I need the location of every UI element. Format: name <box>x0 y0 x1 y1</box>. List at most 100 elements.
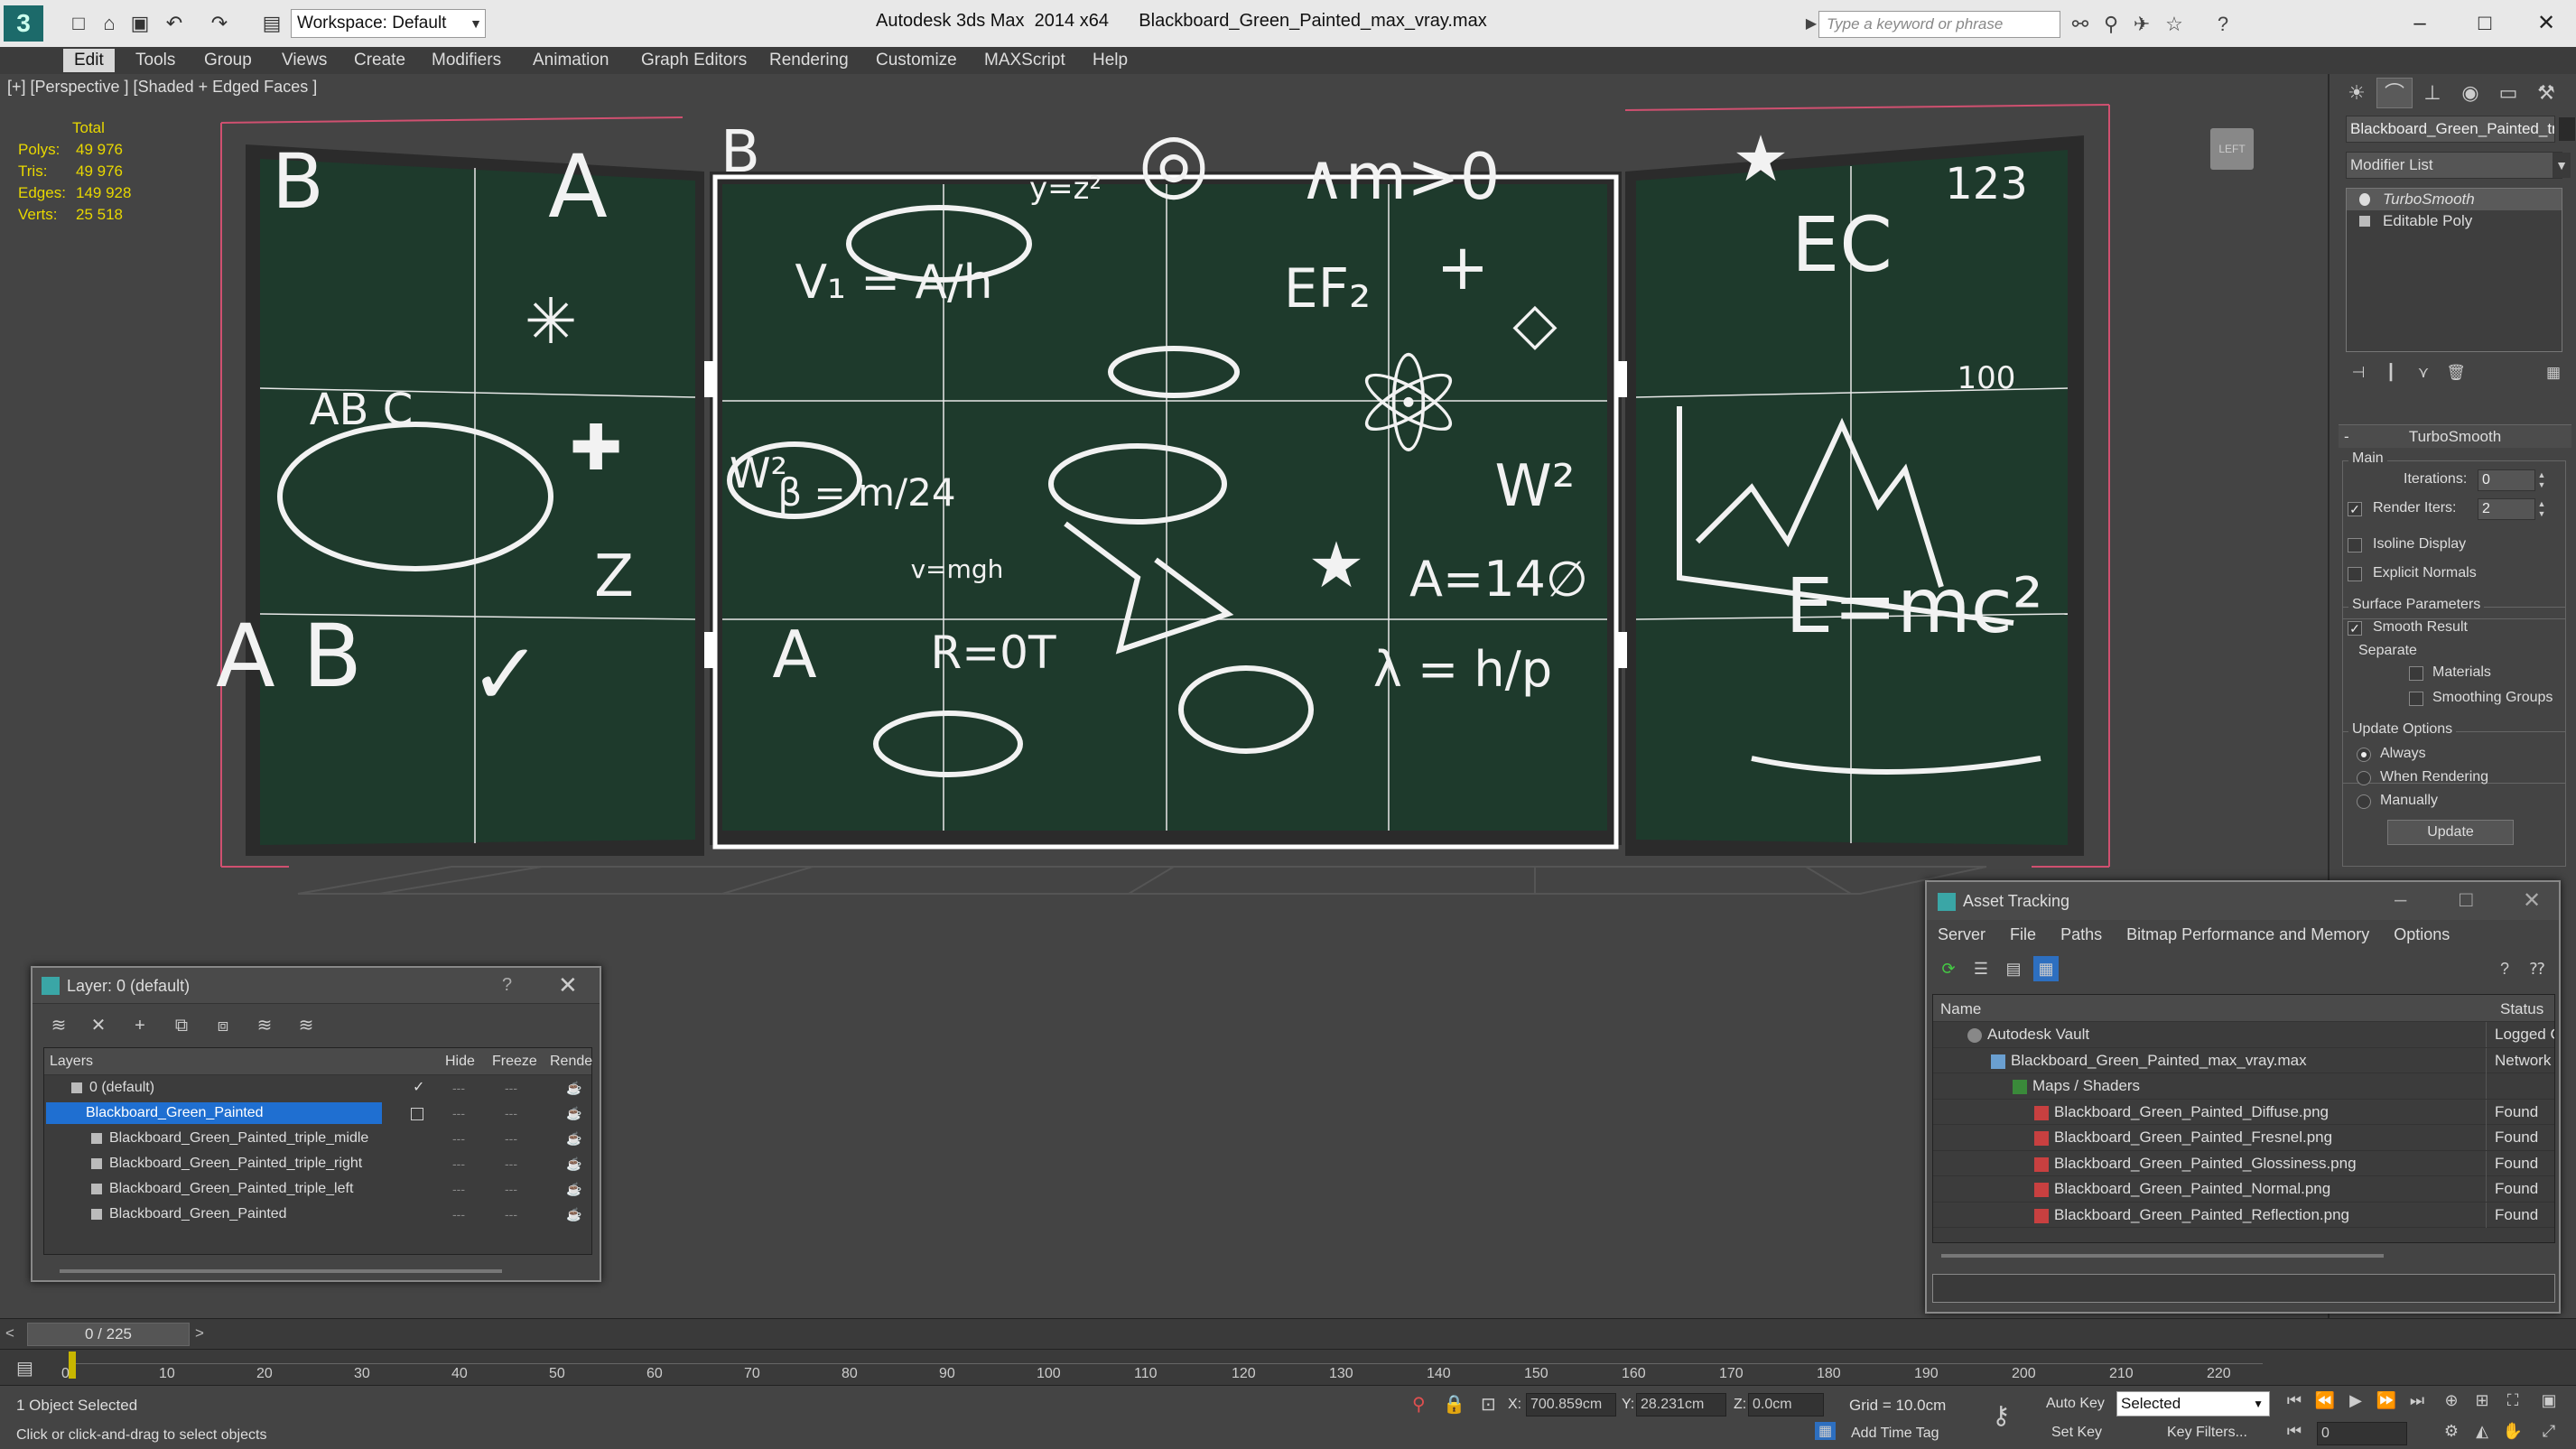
remove-modifier-icon[interactable]: 🗑 <box>2443 361 2469 385</box>
isolate-pin-icon[interactable]: ⚲ <box>1412 1393 1426 1416</box>
menu-edit[interactable]: Edit <box>63 49 115 72</box>
freeze-toggle[interactable]: --- <box>505 1126 517 1151</box>
redo-icon[interactable]: ↷ <box>206 11 233 36</box>
render-teapot-icon[interactable]: ☕ <box>566 1101 581 1126</box>
maximize-icon[interactable]: □ <box>2458 5 2512 42</box>
asset-path-field[interactable] <box>1932 1274 2555 1303</box>
layers-list[interactable]: Layers Hide Freeze Rende 0 (default) ✓ -… <box>43 1047 592 1255</box>
asset-menu-options[interactable]: Options <box>2394 925 2450 943</box>
manually-radio[interactable] <box>2357 794 2371 809</box>
time-slider[interactable]: < 0 / 225 > <box>0 1318 2576 1349</box>
asset-row[interactable]: Blackboard_Green_Painted_max_vray.max Net… <box>1933 1047 2554 1073</box>
help-icon[interactable]: ? <box>2492 956 2517 981</box>
menu-animation[interactable]: Animation <box>533 51 609 70</box>
subscription-icon[interactable]: ⚲ <box>2097 11 2125 38</box>
asset-row[interactable]: Blackboard_Green_Painted_Glossiness.png F… <box>1933 1150 2554 1176</box>
table-view-icon[interactable]: ▦ <box>2033 956 2059 981</box>
add-time-tag[interactable]: Add Time Tag <box>1851 1426 1939 1442</box>
close-icon[interactable]: ✕ <box>2519 5 2573 42</box>
freeze-toggle[interactable]: --- <box>505 1075 517 1101</box>
zoom-extents-icon[interactable]: ⛶ <box>2499 1391 2526 1416</box>
freeze-toggle[interactable]: --- <box>505 1202 517 1227</box>
asset-menu-bitmap-performance[interactable]: Bitmap Performance and Memory <box>2126 925 2369 943</box>
update-button[interactable]: Update <box>2387 820 2514 845</box>
asset-menu-file[interactable]: File <box>2010 925 2036 943</box>
render-teapot-icon[interactable]: ☕ <box>566 1126 581 1151</box>
object-name-field[interactable]: Blackboard_Green_Painted_tr <box>2346 116 2555 143</box>
select-objects-icon[interactable]: ⧉ <box>168 1013 195 1038</box>
time-tag-icon[interactable]: ▦ <box>1815 1422 1837 1440</box>
save-icon[interactable]: ▣ <box>126 11 153 36</box>
open-file-icon[interactable]: ⌂ <box>96 11 123 36</box>
col-hide[interactable]: Hide <box>445 1054 475 1070</box>
asset-menu-server[interactable]: Server <box>1938 925 1985 943</box>
new-file-icon[interactable]: □ <box>65 11 92 36</box>
previous-frame-icon[interactable]: ⏪ <box>2311 1391 2339 1416</box>
minimize-icon[interactable]: – <box>2393 5 2447 42</box>
set-current-box[interactable] <box>411 1108 423 1120</box>
object-row[interactable]: Blackboard_Green_Painted_triple_left ---… <box>44 1176 591 1202</box>
asset-row[interactable]: Blackboard_Green_Painted_Diffuse.png Foun… <box>1933 1099 2554 1125</box>
smoothing-groups-checkbox[interactable] <box>2409 692 2423 706</box>
time-configuration-icon[interactable]: ⚙ <box>2438 1422 2465 1447</box>
y-coordinate-field[interactable]: 28.231cm <box>1636 1393 1726 1416</box>
create-tab-icon[interactable]: ☀ <box>2339 78 2375 108</box>
asset-row[interactable]: Maps / Shaders <box>1933 1073 2554 1100</box>
key-mode-toggle-icon[interactable]: ⏮ <box>2281 1422 2308 1447</box>
list-view-icon[interactable]: ☰ <box>1968 956 1994 981</box>
mini-curve-editor-icon[interactable]: ▤ <box>16 1357 33 1379</box>
current-frame-marker[interactable] <box>69 1351 76 1379</box>
current-layer-check-icon[interactable]: ✓ <box>413 1075 424 1101</box>
auto-key-button[interactable]: Auto Key <box>2042 1393 2111 1416</box>
asset-row[interactable]: Blackboard_Green_Painted_Normal.png Found <box>1933 1176 2554 1203</box>
minimize-icon[interactable]: – <box>2395 887 2406 913</box>
play-icon[interactable]: ▶ <box>2342 1391 2369 1416</box>
iterations-spinner[interactable]: 0 ▲ ▼ <box>2478 469 2545 491</box>
col-status[interactable]: Status <box>2500 1000 2543 1018</box>
pin-stack-icon[interactable]: ⊣ <box>2346 361 2371 385</box>
project-folder-icon[interactable]: ▤ <box>258 11 285 36</box>
when-rendering-radio[interactable] <box>2357 771 2371 785</box>
field-of-view-icon[interactable]: ◭ <box>2469 1422 2496 1447</box>
zoom-extents-all-icon[interactable]: ▣ <box>2535 1391 2562 1416</box>
set-key-icon[interactable]: ⚷ <box>1992 1400 2011 1430</box>
make-unique-icon[interactable]: ⋎ <box>2411 361 2436 385</box>
layer-row-selected[interactable]: Blackboard_Green_Painted --- --- ☕ <box>44 1101 591 1126</box>
zoom-icon[interactable]: ⊕ <box>2438 1391 2465 1416</box>
refresh-icon[interactable]: ⟳ <box>1936 956 1961 981</box>
render-iters-spinner[interactable]: 2 ▲ ▼ <box>2478 498 2545 520</box>
col-freeze[interactable]: Freeze <box>492 1054 537 1070</box>
col-render[interactable]: Rende <box>550 1054 592 1070</box>
menu-maxscript[interactable]: MAXScript <box>984 51 1065 70</box>
z-coordinate-field[interactable]: 0.0cm <box>1748 1393 1824 1416</box>
close-icon[interactable]: ✕ <box>558 971 578 999</box>
asset-menu-paths[interactable]: Paths <box>2060 925 2102 943</box>
track-bar[interactable]: ▤ 0 10 20 30 40 50 60 70 80 90 100 110 120 130 140 150 1… <box>0 1349 2576 1385</box>
layer-dialog-titlebar[interactable]: Layer: 0 (default) ? ✕ <box>33 968 600 1004</box>
chevron-down-icon[interactable]: ▼ <box>2553 153 2571 178</box>
hide-toggle[interactable]: --- <box>452 1101 465 1126</box>
maximize-viewport-icon[interactable]: ⤢ <box>2535 1422 2562 1447</box>
new-layer-icon[interactable]: ≋ <box>45 1013 72 1038</box>
next-frame-icon[interactable]: ⏩ <box>2373 1391 2400 1416</box>
object-row[interactable]: Blackboard_Green_Painted_triple_right --… <box>44 1151 591 1176</box>
menu-graph-editors[interactable]: Graph Editors <box>641 51 747 70</box>
asset-row[interactable]: Blackboard_Green_Painted_Reflection.png F… <box>1933 1202 2554 1228</box>
set-key-button[interactable]: Set Key <box>2048 1422 2111 1445</box>
current-frame-field[interactable]: 0 <box>2317 1422 2407 1445</box>
go-to-end-icon[interactable]: ⏭ <box>2404 1391 2431 1416</box>
modifier-list-dropdown[interactable]: Modifier List ▼ <box>2346 152 2571 179</box>
hierarchy-tab-icon[interactable]: ⊥ <box>2414 78 2450 108</box>
render-teapot-icon[interactable]: ☕ <box>566 1176 581 1202</box>
stack-item-turbosmooth[interactable]: TurboSmooth <box>2347 189 2562 210</box>
hide-toggle[interactable]: --- <box>452 1126 465 1151</box>
help-icon[interactable]: ? <box>2209 11 2237 38</box>
motion-tab-icon[interactable]: ◉ <box>2452 78 2488 108</box>
col-layers[interactable]: Layers <box>50 1054 93 1070</box>
zoom-all-icon[interactable]: ⊞ <box>2469 1391 2496 1416</box>
thumbnail-view-icon[interactable]: ▤ <box>2001 956 2026 981</box>
materials-checkbox[interactable] <box>2409 666 2423 681</box>
explicit-normals-checkbox[interactable] <box>2348 567 2362 581</box>
object-row[interactable]: Blackboard_Green_Painted --- --- ☕ <box>44 1202 591 1227</box>
close-icon[interactable]: ✕ <box>2523 887 2541 914</box>
